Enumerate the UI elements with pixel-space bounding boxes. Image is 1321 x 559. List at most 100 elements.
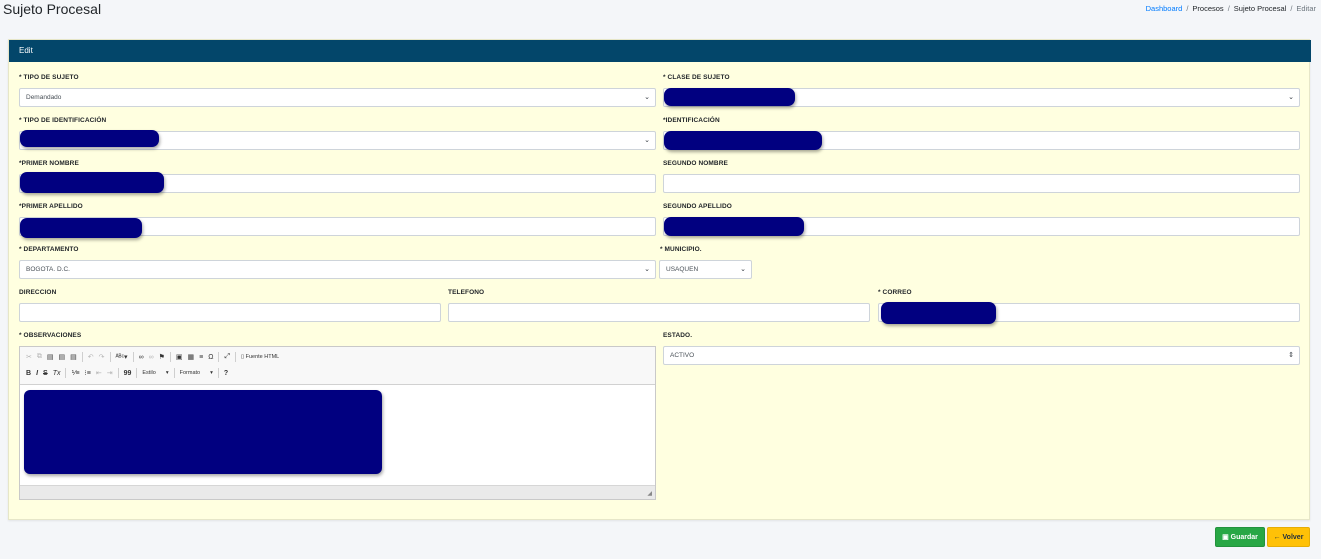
outdent-icon[interactable]: ⇤ bbox=[96, 369, 102, 377]
horizontal-rule-icon[interactable]: ≡ bbox=[199, 354, 203, 361]
save-icon: ▣ bbox=[1222, 534, 1229, 541]
toolbar-divider bbox=[132, 352, 134, 362]
breadcrumb-sujeto-procesal: Sujeto Procesal bbox=[1233, 4, 1287, 13]
municipio-select[interactable]: USAQUEN ⌄ bbox=[659, 260, 752, 279]
breadcrumb-separator: / bbox=[1227, 4, 1230, 13]
omega-icon[interactable]: Ω bbox=[208, 354, 213, 361]
direccion-input[interactable] bbox=[19, 303, 441, 322]
strike-button[interactable]: S bbox=[43, 370, 48, 377]
toolbar-divider bbox=[136, 368, 138, 378]
telefono-input[interactable] bbox=[448, 303, 870, 322]
source-button[interactable]: ▯ Fuente HTML bbox=[241, 354, 279, 360]
volver-button[interactable]: ← Volver bbox=[1267, 527, 1310, 547]
guardar-label: Guardar bbox=[1230, 534, 1258, 541]
toolbar-divider bbox=[109, 352, 111, 362]
redacted-primer-nombre bbox=[20, 172, 164, 193]
paste-icon[interactable]: ▤ bbox=[47, 353, 54, 361]
image-icon[interactable]: ▣ bbox=[176, 353, 183, 361]
toolbar-divider bbox=[173, 368, 175, 378]
estado-value: ACTIVO bbox=[670, 352, 695, 359]
chevron-down-icon: ⌄ bbox=[644, 94, 650, 101]
estado-label: ESTADO. bbox=[663, 332, 693, 339]
dropdown-icon: ▾ bbox=[210, 370, 213, 376]
redacted-correo bbox=[881, 302, 996, 324]
toolbar-divider bbox=[235, 352, 237, 362]
segundo-nombre-input[interactable] bbox=[663, 174, 1300, 193]
indent-icon[interactable]: ⇥ bbox=[107, 369, 113, 377]
departamento-select[interactable]: BOGOTA. D.C. ⌄ bbox=[19, 260, 656, 279]
tipo-sujeto-value: Demandado bbox=[26, 94, 62, 101]
numbered-list-icon[interactable]: ⅟≡ bbox=[71, 369, 79, 377]
format-combo[interactable]: Formato ▾ bbox=[180, 370, 213, 376]
paste-text-icon[interactable]: ▤ bbox=[59, 353, 66, 361]
estado-select[interactable]: ACTIVO ⇕ bbox=[663, 346, 1300, 365]
segundo-nombre-label: SEGUNDO NOMBRE bbox=[663, 160, 728, 167]
top-bar: Sujeto Procesal Dashboard / Procesos / S… bbox=[0, 0, 1321, 30]
breadcrumb-separator: / bbox=[1290, 4, 1293, 13]
blockquote-button[interactable]: 99 bbox=[124, 370, 132, 377]
departamento-label: * DEPARTAMENTO bbox=[19, 246, 79, 253]
italic-button[interactable]: I bbox=[36, 370, 38, 377]
link-icon[interactable]: ∞ bbox=[139, 354, 144, 361]
style-combo[interactable]: Estilo ▾ bbox=[142, 370, 168, 376]
municipio-value: USAQUEN bbox=[666, 266, 699, 273]
editor-toolbar: ✂ ⧉ ▤ ▤ ▤ ↶ ↷ ᴬᴮᶜ▾ ∞ ∞ ⚑ ▣ ▦ ≡ Ω ⤢ ▯ Fue… bbox=[20, 347, 655, 385]
scissors-icon[interactable]: ✂ bbox=[26, 353, 32, 361]
identificacion-label: *IDENTIFICACIÓN bbox=[663, 117, 720, 124]
volver-label: Volver bbox=[1282, 534, 1304, 541]
table-icon[interactable]: ▦ bbox=[187, 353, 194, 361]
tipo-sujeto-label: * TIPO DE SUJETO bbox=[19, 74, 79, 81]
redacted-primer-apellido bbox=[20, 218, 142, 238]
toolbar-divider bbox=[117, 368, 119, 378]
redo-icon[interactable]: ↷ bbox=[99, 353, 105, 361]
segundo-apellido-label: SEGUNDO APELLIDO bbox=[663, 203, 732, 210]
breadcrumb-separator: / bbox=[1186, 4, 1189, 13]
paste-word-icon[interactable]: ▤ bbox=[70, 353, 77, 361]
correo-label: * CORREO bbox=[878, 289, 912, 296]
chevron-down-icon: ⌄ bbox=[644, 266, 650, 273]
style-combo-label: Estilo bbox=[142, 370, 156, 376]
bulleted-list-icon[interactable]: ⁝≡ bbox=[85, 369, 91, 377]
toolbar-divider bbox=[81, 352, 83, 362]
primer-apellido-label: *PRIMER APELLIDO bbox=[19, 203, 83, 210]
breadcrumb-editar: Editar bbox=[1296, 4, 1316, 13]
telefono-label: TELEFONO bbox=[448, 289, 485, 296]
copy-icon[interactable]: ⧉ bbox=[37, 353, 42, 361]
toolbar-divider bbox=[65, 368, 67, 378]
flag-icon[interactable]: ⚑ bbox=[159, 353, 165, 361]
arrow-left-icon: ← bbox=[1273, 534, 1281, 541]
toolbar-row-1: ✂ ⧉ ▤ ▤ ▤ ↶ ↷ ᴬᴮᶜ▾ ∞ ∞ ⚑ ▣ ▦ ≡ Ω ⤢ ▯ Fue… bbox=[26, 352, 279, 362]
bold-button[interactable]: B bbox=[26, 370, 31, 377]
guardar-button[interactable]: ▣ Guardar bbox=[1215, 527, 1265, 547]
breadcrumb-dashboard[interactable]: Dashboard bbox=[1146, 4, 1183, 13]
redacted-segundo-apellido bbox=[664, 217, 804, 236]
primer-nombre-label: *PRIMER NOMBRE bbox=[19, 160, 79, 167]
spellcheck-icon[interactable]: ᴬᴮᶜ▾ bbox=[116, 353, 128, 361]
page-title: Sujeto Procesal bbox=[3, 1, 102, 17]
undo-icon[interactable]: ↶ bbox=[88, 353, 94, 361]
clear-format-button[interactable]: Tx bbox=[53, 370, 61, 377]
toolbar-row-2: B I S Tx ⅟≡ ⁝≡ ⇤ ⇥ 99 Estilo ▾ Formato ▾ ? bbox=[26, 368, 228, 378]
unlink-icon[interactable]: ∞ bbox=[149, 354, 154, 361]
breadcrumb: Dashboard / Procesos / Sujeto Procesal /… bbox=[1146, 4, 1316, 13]
card-header: Edit bbox=[9, 40, 1311, 62]
redacted-identificacion bbox=[664, 131, 822, 150]
toolbar-divider bbox=[218, 352, 220, 362]
municipio-label: * MUNICIPIO. bbox=[660, 246, 702, 253]
dropdown-icon: ▾ bbox=[165, 370, 169, 376]
direccion-label: DIRECCION bbox=[19, 289, 57, 296]
tipo-identificacion-label: * TIPO DE IDENTIFICACIÓN bbox=[19, 117, 107, 124]
help-button[interactable]: ? bbox=[224, 370, 228, 377]
resize-handle-icon[interactable]: ◢ bbox=[647, 490, 652, 497]
redacted-tipo-identificacion bbox=[20, 130, 159, 147]
sort-arrows-icon: ⇕ bbox=[1288, 352, 1294, 359]
source-label: Fuente HTML bbox=[245, 354, 280, 360]
tipo-sujeto-select[interactable]: Demandado ⌄ bbox=[19, 88, 656, 107]
chevron-down-icon: ⌄ bbox=[644, 137, 650, 144]
maximize-icon[interactable]: ⤢ bbox=[224, 353, 230, 361]
redacted-observaciones bbox=[24, 390, 382, 474]
editor-statusbar: ◢ bbox=[20, 485, 655, 499]
breadcrumb-procesos: Procesos bbox=[1192, 4, 1224, 13]
format-combo-label: Formato bbox=[179, 370, 201, 376]
observaciones-label: * OBSERVACIONES bbox=[19, 332, 82, 339]
